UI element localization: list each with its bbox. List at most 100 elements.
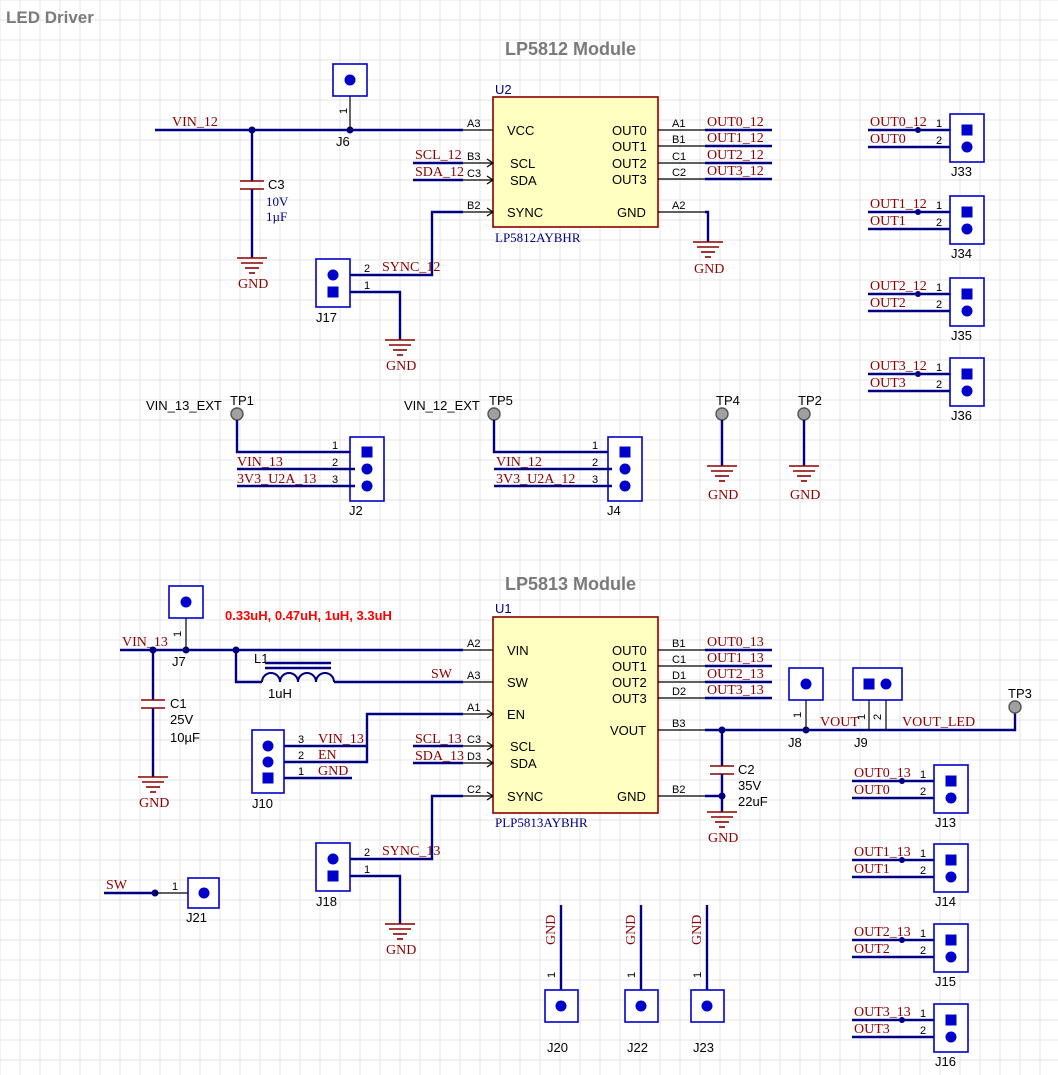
- gnd-header-designator: J23: [693, 1040, 714, 1055]
- header-pin2-number: 2: [936, 299, 942, 311]
- net-out2-13: OUT2_13: [707, 667, 764, 682]
- j9-pin1-number: 1: [856, 714, 868, 720]
- u2-gnd-label: GND: [694, 262, 724, 277]
- u1-pin-sw: SW: [507, 675, 529, 690]
- u2-designator: U2: [495, 82, 512, 97]
- header-body[interactable]: [949, 113, 985, 163]
- net-sync-13: SYNC_13: [382, 844, 440, 859]
- header-net2-label: OUT2: [854, 942, 890, 957]
- u1-pin-out3: OUT3: [612, 691, 647, 706]
- output-header-out_headers_13-1: OUT1_13 OUT1 1 2 J14: [852, 843, 969, 909]
- u2-gnd-wire: [705, 210, 710, 242]
- u1-pin-num-a2: A2: [467, 638, 480, 650]
- net-j10-gnd: GND: [318, 764, 348, 779]
- header-body[interactable]: [933, 1003, 969, 1053]
- header-net2-label: OUT0: [854, 783, 890, 798]
- output-header-out_headers_13-2: OUT2_13 OUT2 1 2 J15: [852, 923, 969, 989]
- u2-pin-num-b1: B1: [672, 134, 685, 146]
- tp5-marker[interactable]: [487, 407, 501, 421]
- gnd-header-pin1: [635, 1000, 647, 1012]
- j6-designator: J6: [336, 134, 350, 149]
- u1-pin-num-c1: C1: [672, 654, 686, 666]
- junction-c2-gnd: [718, 792, 726, 800]
- header-pin1: [945, 934, 957, 946]
- net-out3-12: OUT3_12: [707, 164, 764, 179]
- j21-pin-number: 1: [172, 881, 178, 893]
- j9-pin2: [880, 678, 892, 690]
- j9-header[interactable]: [852, 667, 903, 701]
- net-scl-12: SCL_12: [415, 148, 462, 163]
- net-j10-vin13: VIN_13: [318, 732, 364, 747]
- j2-pin1-number: 1: [332, 440, 338, 452]
- u2-pin-vcc: VCC: [507, 123, 534, 138]
- l1-value: 1uH: [268, 686, 292, 701]
- output-header-out_headers_13-3: OUT3_13 OUT3 1 2 J16: [852, 1003, 969, 1069]
- j6-pin1: [344, 74, 356, 86]
- lp5812-module: LP5812 Module U2 LP5812AYBHR A3 B3 C3 B2…: [155, 39, 772, 374]
- j10-pin1: [262, 772, 274, 784]
- j18-header[interactable]: [315, 842, 351, 892]
- u2-part-number: LP5812AYBHR: [495, 230, 581, 245]
- tp3-designator: TP3: [1008, 686, 1032, 701]
- u2-pin-sda: SDA: [510, 173, 537, 188]
- j17-header[interactable]: [315, 258, 351, 308]
- header-designator: J13: [935, 815, 956, 830]
- j4-pin2-number: 2: [592, 457, 598, 469]
- c3-value: 1µF: [266, 209, 287, 224]
- u2-pin-num-a1: A1: [672, 118, 685, 130]
- j9-pin2-number: 2: [872, 714, 884, 720]
- lp5812-module-title: LP5812 Module: [505, 39, 636, 59]
- header-pin1: [945, 854, 957, 866]
- c1-voltage: 25V: [170, 712, 193, 727]
- header-net2-label: OUT2: [870, 296, 906, 311]
- tp4-marker[interactable]: [715, 407, 729, 421]
- u1-pin-num-c3: C3: [467, 734, 481, 746]
- tp1-marker[interactable]: [230, 407, 244, 421]
- tp5-designator: TP5: [489, 393, 513, 408]
- gnd-header-designator: J22: [627, 1040, 648, 1055]
- j2-pin1: [361, 446, 373, 458]
- gnd-header-net-label: GND: [690, 915, 705, 945]
- header-designator: J36: [951, 408, 972, 423]
- tp1-net: VIN_13_EXT: [146, 398, 222, 413]
- gnd-header-net-label: GND: [544, 915, 559, 945]
- header-pin1: [945, 1014, 957, 1026]
- j17-pin1-number: 1: [364, 280, 370, 292]
- net-sda-12: SDA_12: [415, 165, 464, 180]
- u2-pin-num-c2: C2: [672, 167, 686, 179]
- u2-pin-out1: OUT1: [612, 139, 647, 154]
- header-pin1: [961, 288, 973, 300]
- tp3-marker[interactable]: [1008, 700, 1022, 714]
- output-headers-13: OUT0_13OUT012J13OUT1_13OUT112J14OUT2_13O…: [852, 764, 969, 1069]
- j10-pin2-number: 2: [298, 750, 304, 762]
- u1-pin-num-b3: B3: [672, 718, 685, 730]
- u1-pin-sda: SDA: [510, 756, 537, 771]
- tp2-marker[interactable]: [797, 407, 811, 421]
- u1-designator: U1: [495, 601, 512, 616]
- l1-coil[interactable]: [261, 672, 335, 683]
- tp2-designator: TP2: [798, 393, 822, 408]
- j9-pin1: [863, 678, 875, 690]
- net-out1-12: OUT1_12: [707, 131, 764, 146]
- u1-pin-num-b1: B1: [672, 638, 685, 650]
- header-body[interactable]: [949, 195, 985, 245]
- header-body[interactable]: [949, 357, 985, 407]
- header-body[interactable]: [949, 277, 985, 327]
- c1-gnd-symbol: [138, 776, 168, 793]
- j17-gnd-wire: [350, 290, 402, 340]
- u2-pin-num-a3: A3: [467, 118, 480, 130]
- gnd-header-pin1: [555, 1000, 567, 1012]
- j7-pin1: [180, 596, 192, 608]
- header-body[interactable]: [933, 843, 969, 893]
- net-out2-12: OUT2_12: [707, 148, 764, 163]
- u2-pin-out3: OUT3: [612, 172, 647, 187]
- header-pin2-number: 2: [920, 1025, 926, 1037]
- header-body[interactable]: [933, 923, 969, 973]
- header-net1-label: OUT2_12: [870, 279, 927, 294]
- header-body[interactable]: [933, 764, 969, 814]
- j4-pin1: [619, 446, 631, 458]
- j8-designator: J8: [788, 735, 802, 750]
- gnd-header-pin-number: 1: [546, 972, 558, 978]
- net-out3-13: OUT3_13: [707, 683, 764, 698]
- net-j21-sw: SW: [106, 878, 128, 893]
